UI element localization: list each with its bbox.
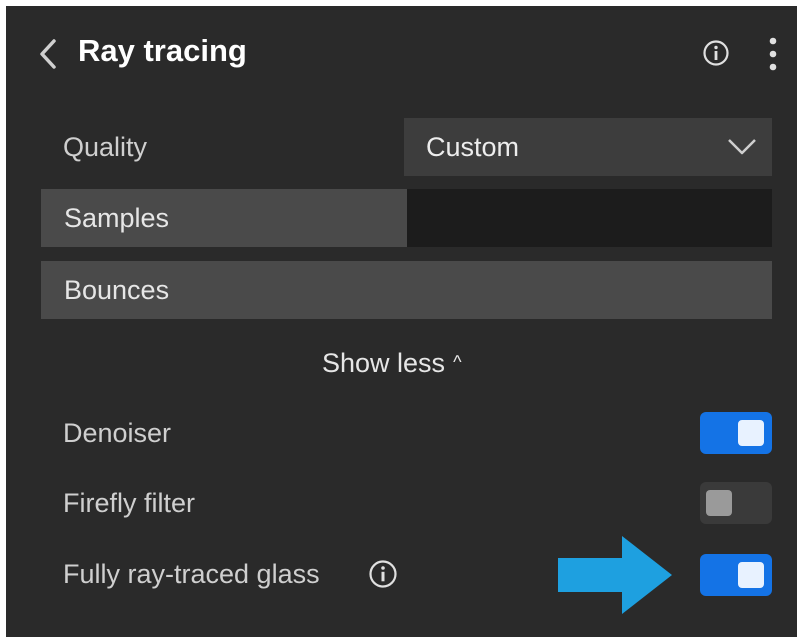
info-icon[interactable] <box>702 39 730 67</box>
ray-tracing-panel: Ray tracing Quality Custom Samples Bounc… <box>6 6 797 637</box>
fully-ray-traced-glass-label: Fully ray-traced glass <box>63 559 320 589</box>
toggle-knob <box>706 490 732 516</box>
firefly-filter-label: Firefly filter <box>63 488 196 518</box>
toggle-knob <box>738 562 764 588</box>
kebab-menu-icon[interactable] <box>764 34 782 74</box>
bounces-label: Bounces <box>64 275 170 305</box>
chevron-down-icon <box>728 139 756 155</box>
arrow-right-icon <box>558 536 672 614</box>
fully-ray-traced-glass-toggle[interactable] <box>700 554 772 596</box>
firefly-filter-toggle[interactable] <box>700 482 772 524</box>
denoiser-label: Denoiser <box>63 418 172 448</box>
page-title: Ray tracing <box>78 33 247 68</box>
denoiser-toggle[interactable] <box>700 412 772 454</box>
show-less-label: Show less <box>322 348 446 378</box>
info-icon[interactable] <box>368 559 398 589</box>
caret-up-icon: ^ <box>453 352 462 372</box>
quality-selected-value: Custom <box>426 132 520 162</box>
quality-label: Quality <box>63 132 148 162</box>
samples-label: Samples <box>64 203 170 233</box>
chevron-left-icon[interactable] <box>34 36 62 72</box>
show-less-button[interactable]: Show less ^ <box>322 348 462 379</box>
toggle-knob <box>738 420 764 446</box>
quality-dropdown[interactable]: Custom <box>404 118 772 176</box>
samples-slider[interactable]: Samples <box>41 189 772 247</box>
bounces-slider[interactable]: Bounces <box>41 261 772 319</box>
panel-header: Ray tracing <box>6 6 797 101</box>
